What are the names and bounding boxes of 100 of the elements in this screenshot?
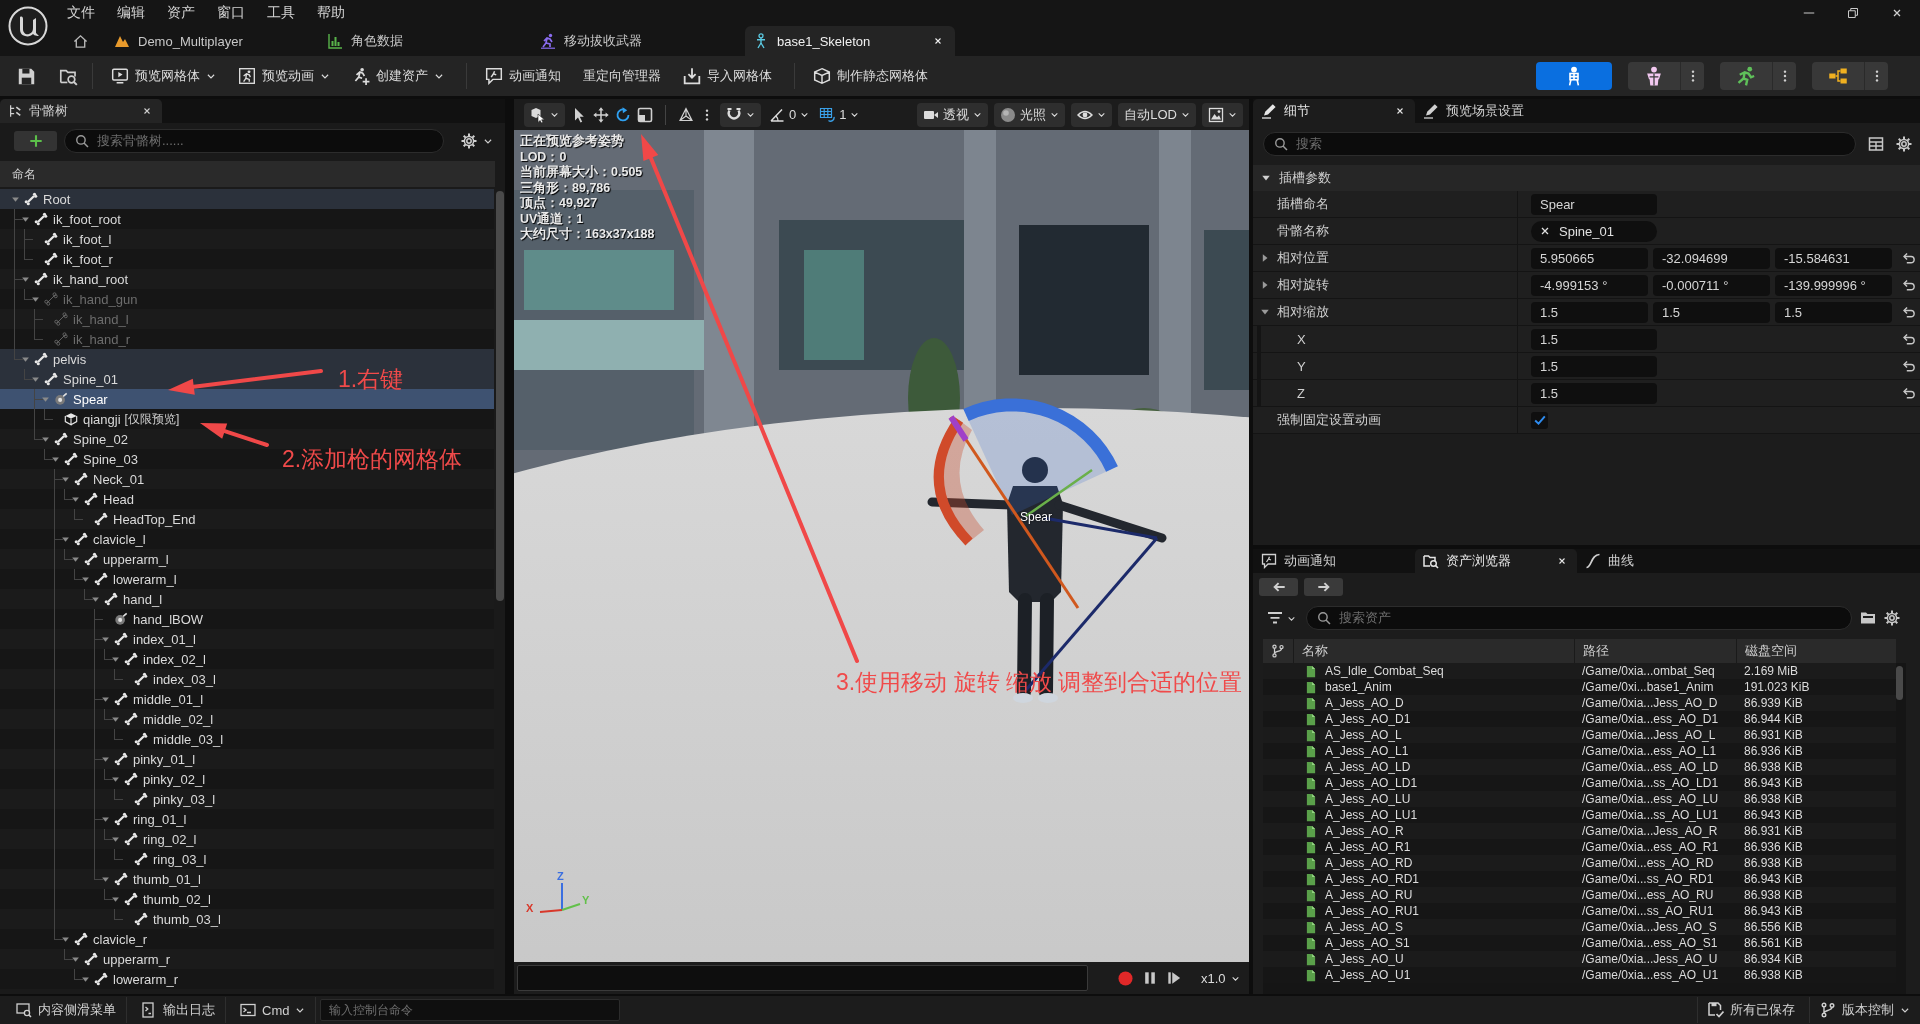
step-forward-icon[interactable]	[1167, 971, 1181, 985]
search-field[interactable]: 搜索资产	[1306, 606, 1852, 630]
bone-tree-item[interactable]: Spear	[0, 389, 494, 409]
search-field[interactable]: 搜索骨骼树......	[64, 129, 444, 153]
bone-tree-item[interactable]: lowerarm_r	[0, 969, 494, 989]
status-button[interactable]: Cmd	[230, 997, 317, 1023]
status-button[interactable]: 内容侧滑菜单	[6, 997, 127, 1023]
number-field[interactable]: -139.999996 °	[1775, 274, 1892, 296]
bone-tree-item[interactable]: hand_lBOW	[0, 609, 494, 629]
checkbox[interactable]	[1531, 411, 1548, 429]
asset-row[interactable]: A_Jess_AO_R /Game/0xia...Jess_AO_R 86.931 KiB	[1263, 823, 1896, 839]
table-icon[interactable]	[1868, 136, 1884, 152]
toolbar-button[interactable]: 创建资产	[344, 61, 452, 91]
toolbar-button[interactable]: 导入网格体	[675, 61, 780, 91]
rotate-icon[interactable]	[615, 106, 631, 123]
number-field[interactable]: 5.950665	[1531, 247, 1648, 269]
panel-tab[interactable]: 预览场景设置	[1415, 99, 1577, 123]
bone-tree-item[interactable]: lowerarm_l	[0, 569, 494, 589]
settings-dropdown[interactable]	[461, 133, 493, 149]
bone-tree-item[interactable]: qiangji [仅限预览]	[0, 409, 494, 429]
number-field[interactable]: 1.5	[1531, 301, 1648, 323]
menu-item[interactable]: 文件	[67, 4, 95, 22]
mode-button[interactable]	[1628, 62, 1680, 90]
view-mode-dropdown[interactable]: 透视	[917, 102, 989, 127]
bone-tree-item[interactable]: ik_foot_root	[0, 209, 494, 229]
expand-arrow-icon[interactable]	[1260, 307, 1270, 317]
panel-tab[interactable]: 资产浏览器	[1415, 549, 1577, 573]
bone-tree-item[interactable]: ring_01_l	[0, 809, 494, 829]
bone-tree-item[interactable]: pinky_02_l	[0, 769, 494, 789]
toolbar-button[interactable]: 重定向管理器	[575, 61, 669, 91]
mode-button[interactable]	[1536, 62, 1612, 90]
toolbar-button[interactable]: 制作静态网格体	[805, 61, 936, 91]
bone-tree-item[interactable]: clavicle_r	[0, 929, 494, 949]
menu-item[interactable]: 帮助	[317, 4, 345, 22]
folder-icon[interactable]	[1860, 610, 1876, 626]
toolbar-button[interactable]: 动画通知	[477, 61, 569, 91]
show-dropdown[interactable]	[1071, 102, 1113, 127]
bone-tree-item[interactable]: index_02_l	[0, 649, 494, 669]
text-input-field[interactable]	[517, 965, 1088, 991]
forward-button[interactable]	[1304, 578, 1343, 596]
playback-speed-dropdown[interactable]: x1.0	[1201, 970, 1240, 986]
close-icon[interactable]	[142, 106, 152, 116]
more-options-button[interactable]	[1772, 62, 1796, 90]
bone-tree-item[interactable]: ik_foot_r	[0, 249, 494, 269]
document-tab[interactable]: 移动拔收武器	[532, 26, 742, 56]
asset-row[interactable]: A_Jess_AO_RU /Game/0xi...ess_AO_RU 86.938 KiB	[1263, 887, 1896, 903]
bone-tree-item[interactable]: thumb_02_l	[0, 889, 494, 909]
gear-icon[interactable]	[1884, 610, 1900, 626]
move-arrows-icon[interactable]	[593, 106, 609, 123]
gear-icon[interactable]	[1896, 136, 1912, 152]
menu-item[interactable]: 编辑	[117, 4, 145, 22]
bone-tree-item[interactable]: Head	[0, 489, 494, 509]
number-field[interactable]: 1.5	[1653, 301, 1770, 323]
text-field[interactable]: Spear	[1531, 193, 1657, 215]
scrollbar-thumb[interactable]	[496, 191, 504, 601]
bone-tree-item[interactable]: ring_03_l	[0, 849, 494, 869]
bone-tree-item[interactable]: middle_01_l	[0, 689, 494, 709]
asset-row[interactable]: A_Jess_AO_D /Game/0xia...Jess_AO_D 86.939 KiB	[1263, 695, 1896, 711]
number-field[interactable]: -15.584631	[1775, 247, 1892, 269]
bone-select-field[interactable]: Spine_01	[1531, 220, 1657, 242]
asset-row[interactable]: A_Jess_AO_L /Game/0xia...Jess_AO_L 86.931 KiB	[1263, 727, 1896, 743]
document-tab[interactable]: Demo_Multiplayer	[106, 26, 316, 56]
status-button[interactable]: 版本控制	[1809, 997, 1920, 1023]
lighting-dropdown[interactable]: 光照	[994, 102, 1066, 127]
search-field[interactable]: 搜索	[1263, 132, 1856, 156]
number-field[interactable]: 1.5	[1531, 382, 1657, 404]
close-icon[interactable]	[1557, 556, 1567, 566]
status-button[interactable]: 所有已保存	[1697, 997, 1805, 1023]
reset-arrow-icon[interactable]	[1902, 278, 1916, 292]
logo-icon[interactable]	[8, 6, 48, 46]
asset-row[interactable]: A_Jess_AO_U /Game/0xia...Jess_AO_U 86.934 KiB	[1263, 951, 1896, 967]
restore-icon[interactable]	[1847, 7, 1859, 19]
number-field[interactable]: 1.5	[1531, 355, 1657, 377]
asset-row[interactable]: A_Jess_AO_RD /Game/0xi...ess_AO_RD 86.938 KiB	[1263, 855, 1896, 871]
menu-item[interactable]: 工具	[267, 4, 295, 22]
column-header[interactable]: 命名	[0, 161, 495, 187]
number-field[interactable]: -4.999153 °	[1531, 274, 1648, 296]
bone-tree-item[interactable]: clavicle_l	[0, 529, 494, 549]
reset-arrow-icon[interactable]	[1902, 305, 1916, 319]
panel-tab[interactable]: 骨骼树	[0, 99, 162, 123]
grid-snap-dropdown[interactable]: 1	[817, 102, 862, 127]
reset-arrow-icon[interactable]	[1902, 359, 1916, 373]
panel-tab[interactable]: 细节	[1253, 99, 1415, 123]
filter-dropdown[interactable]	[1267, 610, 1296, 626]
more-options-button[interactable]	[1680, 62, 1704, 90]
branch-icon[interactable]	[1271, 644, 1285, 658]
add-button[interactable]	[14, 131, 57, 151]
reset-arrow-icon[interactable]	[1902, 332, 1916, 346]
number-field[interactable]: -0.000711 °	[1653, 274, 1770, 296]
panel-tab[interactable]: 曲线	[1577, 549, 1667, 573]
lod-dropdown[interactable]: 自动LOD	[1118, 102, 1196, 127]
expand-arrow-icon[interactable]	[1260, 253, 1270, 263]
menu-item[interactable]: 窗口	[217, 4, 245, 22]
mode-button[interactable]	[1720, 62, 1772, 90]
asset-row[interactable]: A_Jess_AO_S /Game/0xia...Jess_AO_S 86.556 KiB	[1263, 919, 1896, 935]
more-options-button[interactable]	[1864, 62, 1888, 90]
document-tab[interactable]: base1_Skeleton	[745, 26, 955, 56]
console-input-field[interactable]: 输入控制台命令	[320, 999, 621, 1021]
status-button[interactable]: 输出日志	[131, 997, 226, 1023]
number-field[interactable]: 1.5	[1531, 328, 1657, 350]
